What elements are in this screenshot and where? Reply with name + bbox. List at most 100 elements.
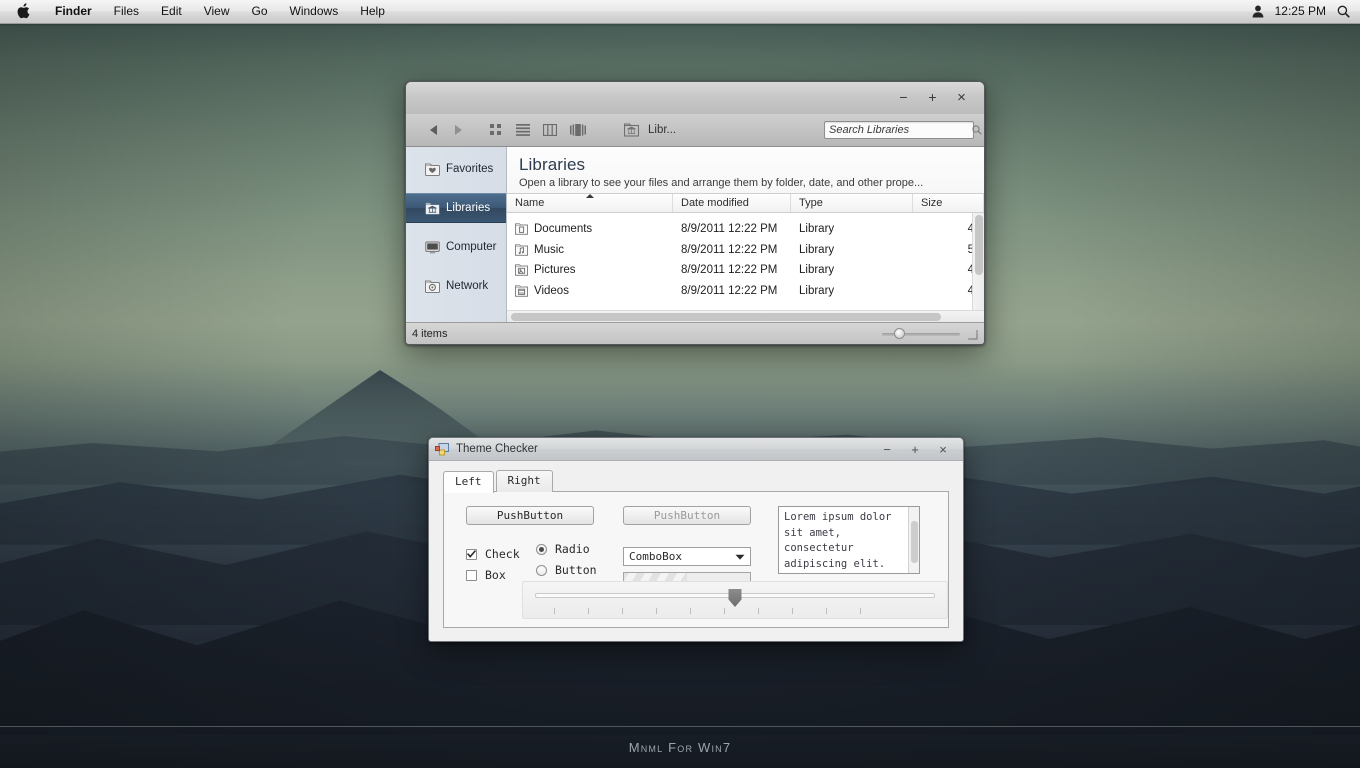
item-count-label: 4 items — [412, 327, 448, 340]
menu-item-go[interactable]: Go — [241, 0, 279, 23]
close-button[interactable]: × — [929, 439, 957, 460]
explorer-status-bar: 4 items — [406, 322, 984, 344]
radio-radio[interactable]: Radio — [536, 542, 616, 556]
radio-label: Radio — [555, 542, 590, 556]
sidebar-label: Libraries — [446, 202, 491, 214]
maximize-button[interactable]: + — [901, 439, 929, 460]
apple-logo-icon[interactable] — [0, 2, 44, 19]
column-header-type[interactable]: Type — [791, 194, 913, 212]
vertical-scrollbar[interactable] — [972, 213, 984, 310]
radio-button[interactable]: Button — [536, 563, 616, 577]
radio-unselected[interactable] — [536, 564, 547, 576]
theme-checker-body: Left Right PushButton Check Box Radio Bu… — [429, 461, 963, 628]
checkbox-checked-box[interactable] — [466, 548, 477, 560]
theme-checker-window[interactable]: Theme Checker − + × Left Right PushButto… — [428, 437, 964, 642]
push-button-enabled[interactable]: PushButton — [466, 506, 594, 525]
table-row[interactable]: Documents 8/9/2011 12:22 PM Library 4 — [507, 219, 984, 240]
favorites-folder-icon — [425, 163, 440, 176]
file-list: Documents 8/9/2011 12:22 PM Library 4 Mu… — [507, 213, 984, 310]
checkbox-unchecked-box[interactable] — [466, 569, 477, 581]
row-date: 8/9/2011 12:22 PM — [681, 243, 778, 256]
resize-grip[interactable] — [966, 328, 978, 340]
sidebar-item-computer[interactable]: Computer — [406, 232, 506, 262]
dock-label: Mnml For Win7 — [628, 740, 732, 755]
row-name: Videos — [534, 284, 569, 297]
menu-bar-clock[interactable]: 12:25 PM — [1273, 0, 1328, 23]
library-header: Libraries Open a library to see your fil… — [507, 147, 984, 193]
list-view-icon[interactable] — [516, 124, 530, 136]
sidebar-label: Computer — [446, 241, 497, 253]
radio-selected[interactable] — [536, 543, 547, 555]
column-label: Type — [799, 197, 823, 209]
slider-handle[interactable] — [728, 589, 742, 607]
icon-view-icon[interactable] — [490, 123, 503, 137]
coverflow-view-icon[interactable] — [570, 124, 586, 136]
row-name-cell: Documents — [507, 223, 673, 235]
table-row[interactable]: Videos 8/9/2011 12:22 PM Library 4 — [507, 281, 984, 302]
column-header-name[interactable]: Name — [507, 194, 673, 212]
slider-widget[interactable] — [522, 581, 948, 619]
menu-item-edit[interactable]: Edit — [150, 0, 193, 23]
user-icon[interactable] — [1252, 5, 1264, 18]
menu-item-view[interactable]: View — [193, 0, 241, 23]
libraries-explorer-window[interactable]: − + × Libr... Search Libraries Favorites… — [405, 81, 985, 345]
column-header-date-modified[interactable]: Date modified — [673, 194, 791, 212]
column-view-icon[interactable] — [543, 124, 557, 136]
row-name-cell: Videos — [507, 285, 673, 297]
back-arrow-icon[interactable] — [428, 124, 439, 136]
search-icon[interactable] — [1337, 5, 1350, 18]
slider-knob[interactable] — [894, 327, 905, 339]
combobox[interactable]: ComboBox — [623, 547, 751, 566]
checkbox-label: Box — [485, 568, 506, 582]
text-area[interactable]: Lorem ipsum dolor sit amet, consectetur … — [778, 506, 920, 574]
library-folder-icon — [624, 123, 639, 137]
forward-arrow-icon[interactable] — [453, 124, 464, 136]
menu-item-windows[interactable]: Windows — [279, 0, 350, 23]
row-name-cell: Pictures — [507, 264, 673, 276]
column-label: Date modified — [681, 197, 749, 209]
breadcrumb[interactable]: Libr... — [624, 123, 676, 137]
explorer-title-bar[interactable]: − + × — [406, 82, 984, 114]
menu-item-files[interactable]: Files — [103, 0, 150, 23]
sidebar-item-favorites[interactable]: Favorites — [406, 154, 506, 184]
tab-left[interactable]: Left — [443, 471, 494, 493]
horizontal-scrollbar[interactable] — [507, 310, 984, 322]
row-name-cell: Music — [507, 244, 673, 256]
sidebar-item-network[interactable]: Network — [406, 271, 506, 301]
text-area-scrollbar-thumb[interactable] — [911, 521, 918, 563]
vertical-scrollbar-thumb[interactable] — [975, 215, 983, 275]
table-row[interactable]: Pictures 8/9/2011 12:22 PM Library 4 — [507, 260, 984, 281]
menu-item-finder[interactable]: Finder — [44, 0, 103, 23]
horizontal-scrollbar-thumb[interactable] — [511, 313, 941, 321]
close-button[interactable]: × — [947, 86, 976, 108]
navigation-arrows — [428, 124, 464, 136]
text-area-content[interactable]: Lorem ipsum dolor sit amet, consectetur … — [779, 507, 899, 573]
combobox-value: ComboBox — [629, 550, 682, 563]
minimize-button[interactable]: − — [873, 439, 901, 460]
videos-library-icon — [515, 285, 528, 297]
view-size-slider[interactable] — [882, 327, 960, 340]
theme-checker-title-bar[interactable]: Theme Checker − + × — [429, 438, 963, 461]
minimize-button[interactable]: − — [889, 86, 918, 108]
column-label: Name — [515, 197, 545, 209]
row-type: Library — [799, 223, 835, 236]
chevron-down-icon[interactable] — [735, 554, 745, 560]
search-field[interactable] — [824, 121, 982, 139]
sidebar-item-libraries[interactable]: Libraries — [406, 193, 506, 223]
table-row[interactable]: Music 8/9/2011 12:22 PM Library 5 — [507, 240, 984, 261]
menu-item-help[interactable]: Help — [349, 0, 396, 23]
dock-bar: Mnml For Win7 — [0, 727, 1360, 768]
search-input[interactable] — [829, 124, 972, 136]
tab-panel: PushButton Check Box Radio Button PushBu… — [443, 491, 949, 628]
row-type: Library — [799, 284, 835, 297]
theme-checker-app-icon — [435, 442, 449, 456]
push-button-disabled[interactable]: PushButton — [623, 506, 751, 525]
computer-monitor-icon — [425, 241, 440, 254]
text-area-scrollbar[interactable] — [908, 507, 919, 573]
tab-right[interactable]: Right — [495, 470, 553, 492]
maximize-button[interactable]: + — [918, 86, 947, 108]
explorer-content: Libraries Open a library to see your fil… — [507, 147, 984, 322]
menu-bar-items: Finder Files Edit View Go Windows Help — [0, 0, 396, 23]
column-header-size[interactable]: Size — [913, 194, 984, 212]
checkbox-label: Check — [485, 547, 520, 561]
